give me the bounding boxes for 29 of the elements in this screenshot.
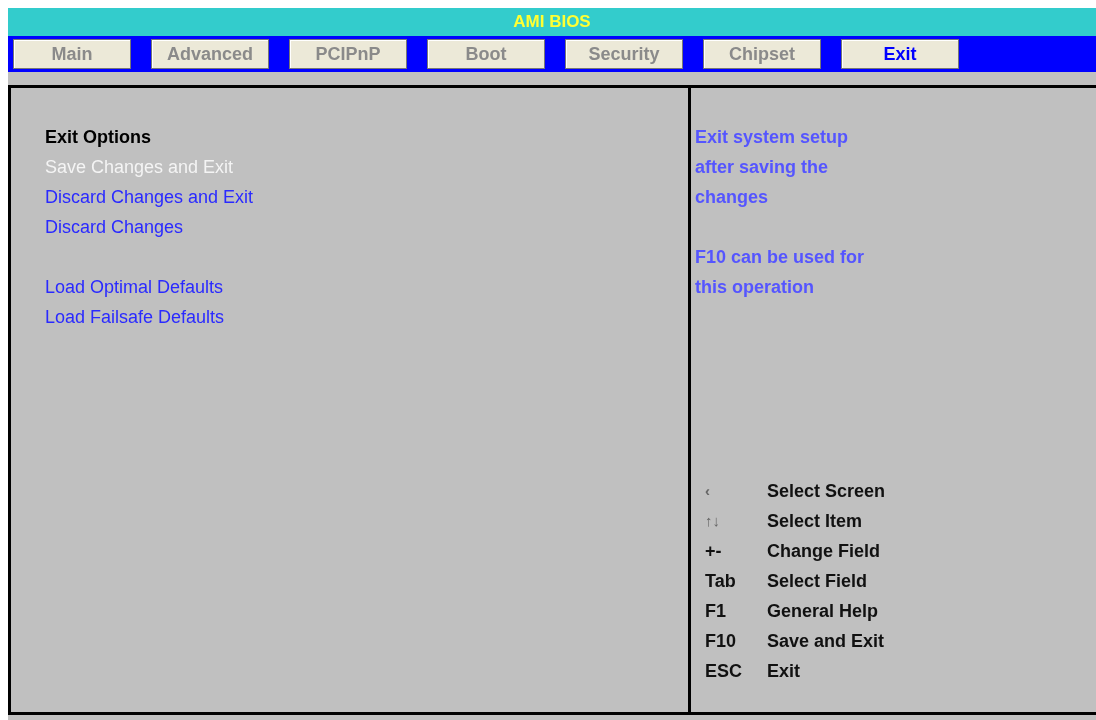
key-label: +-	[705, 540, 723, 563]
menu-option[interactable]: Discard Changes	[45, 212, 184, 242]
section-heading: Exit Options	[45, 126, 152, 149]
key-label: ‹	[705, 481, 711, 501]
menu-tab[interactable]: Main	[13, 39, 131, 69]
key-action: Save and Exit	[767, 630, 886, 653]
menu-tab[interactable]: Security	[565, 39, 683, 69]
key-label: F1	[705, 600, 727, 623]
menu-tab[interactable]: Boot	[427, 39, 545, 69]
key-label: Tab	[705, 570, 737, 593]
key-action: Exit	[767, 660, 801, 683]
key-action: General Help	[767, 600, 880, 623]
bios-title: AMI BIOS	[8, 8, 1096, 36]
key-action: Change Field	[767, 540, 881, 563]
menu-tab[interactable]: PCIPnP	[289, 39, 407, 69]
key-action: Select Item	[767, 510, 864, 533]
menu-tab[interactable]: Chipset	[703, 39, 821, 69]
menu-tab[interactable]: Advanced	[151, 39, 269, 69]
menu-tab[interactable]: Exit	[841, 39, 959, 69]
help-text: Exit system setup after saving the changes	[695, 126, 850, 209]
key-label: ↑↓	[705, 511, 721, 531]
help-text: F10 can be used for this operation	[695, 246, 866, 299]
key-label: F10	[705, 630, 738, 653]
menu-option[interactable]: Load Failsafe Defaults	[45, 302, 225, 332]
key-action: Select Screen	[767, 480, 887, 503]
key-label: ESC	[705, 660, 743, 683]
menu-option[interactable]: Load Optimal Defaults	[45, 272, 224, 302]
key-action: Select Field	[767, 570, 869, 593]
menu-option[interactable]: Discard Changes and Exit	[45, 182, 254, 212]
